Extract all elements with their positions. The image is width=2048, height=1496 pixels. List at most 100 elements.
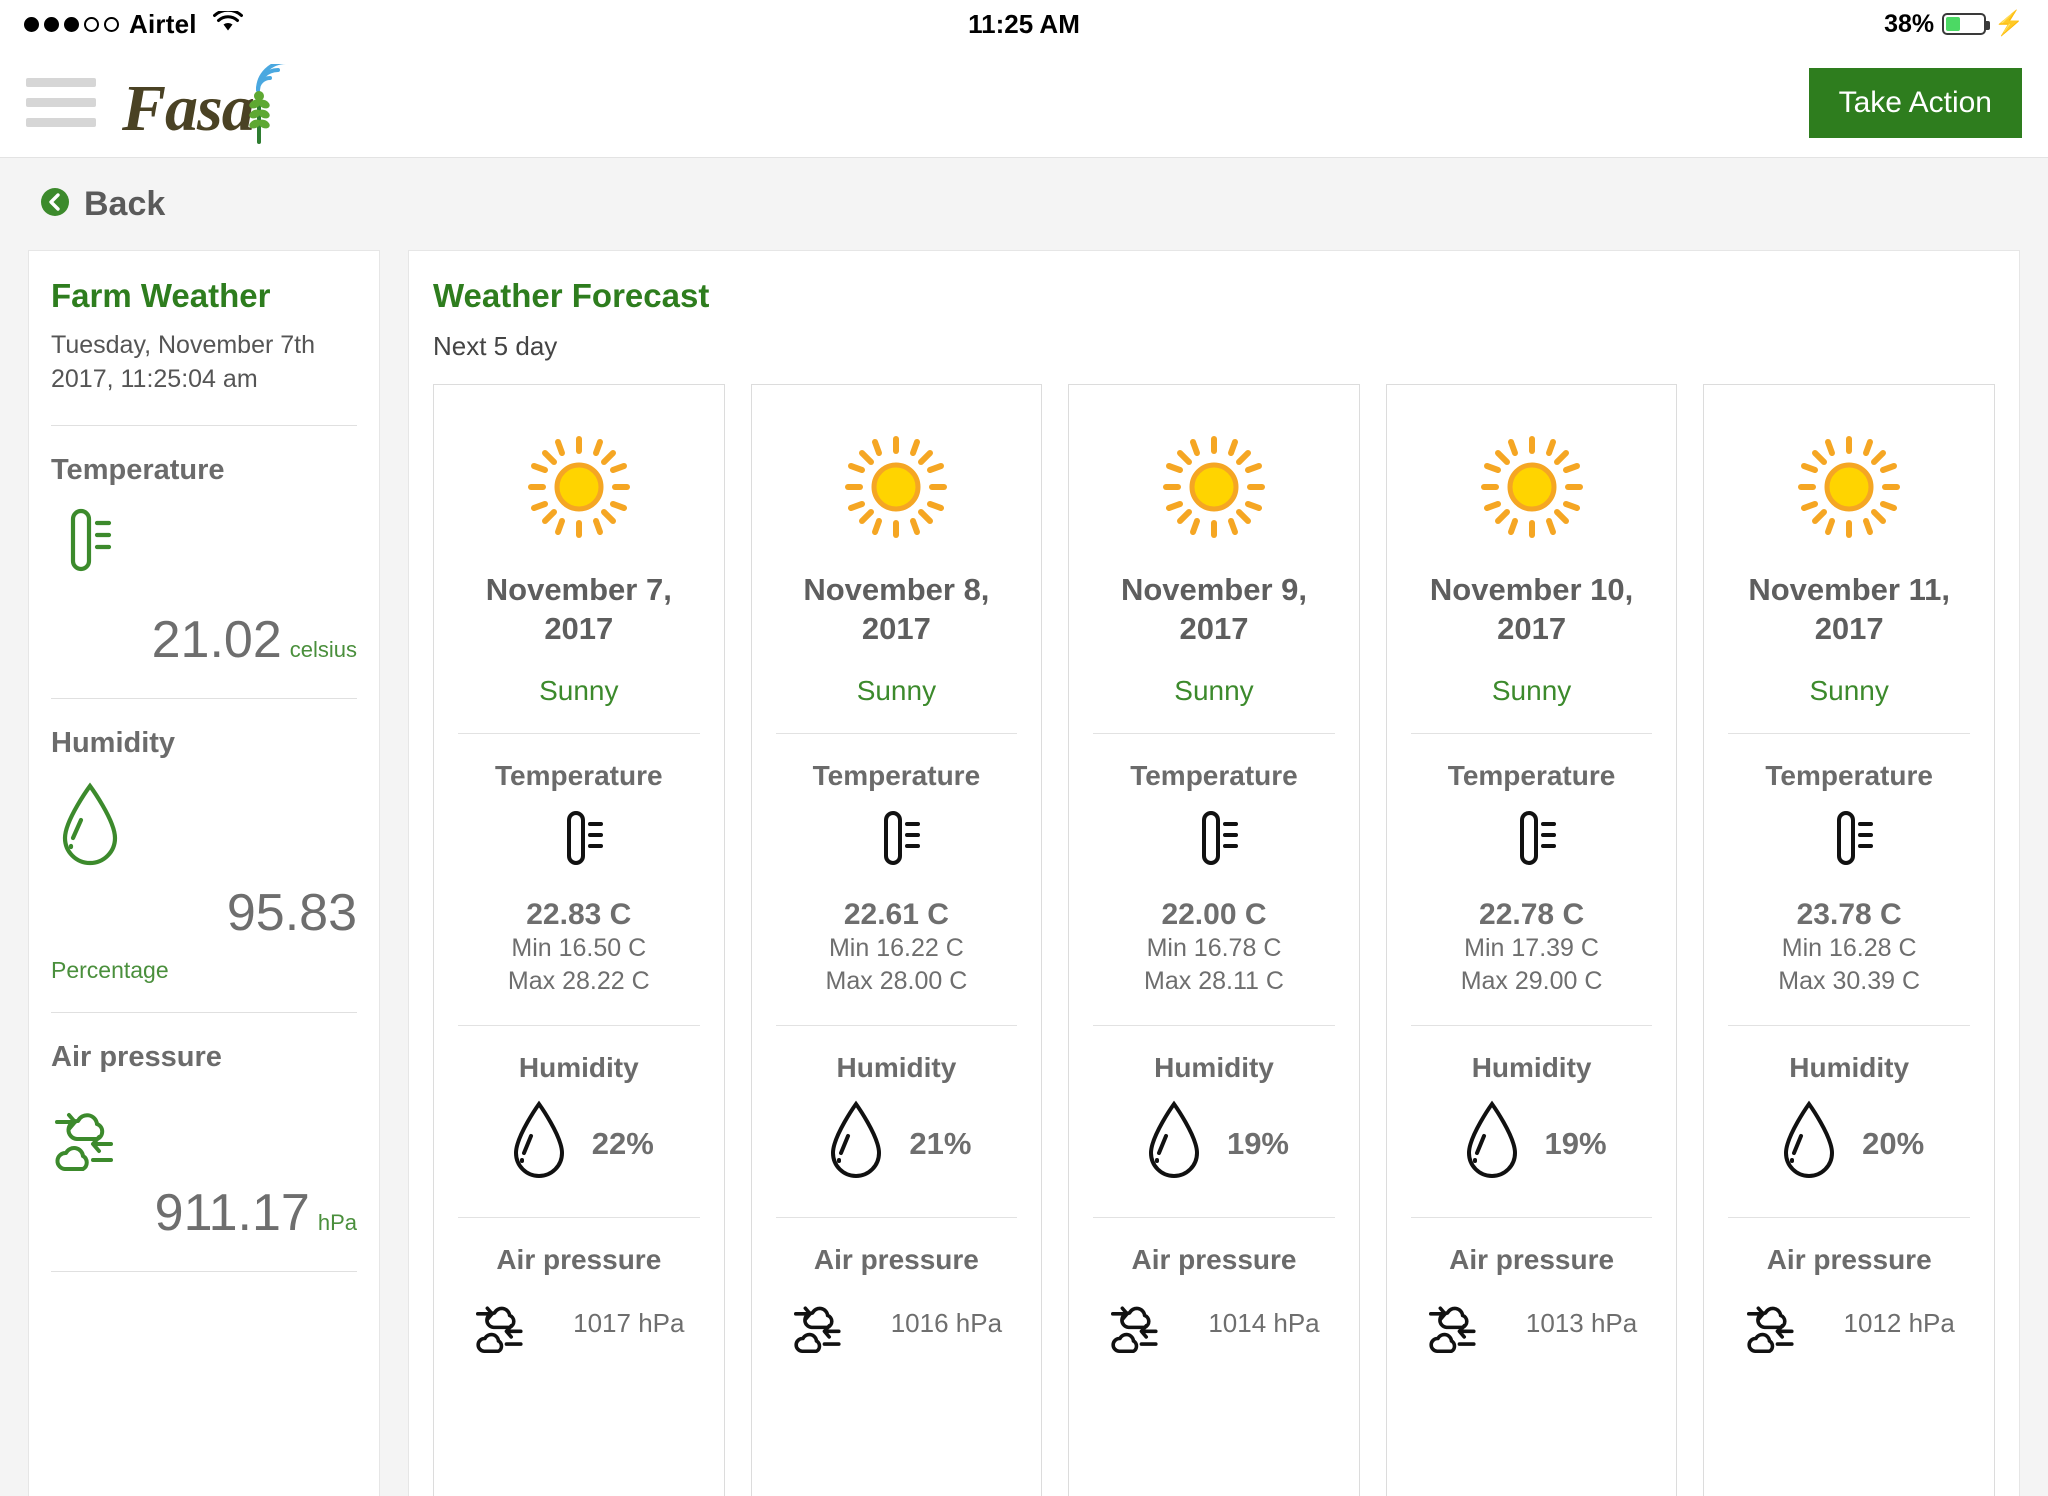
- back-row: Back: [0, 158, 2048, 250]
- metric-unit: Percentage: [51, 956, 169, 983]
- battery-percent-label: 38%: [1884, 9, 1935, 38]
- forecast-humidity-row: 19%: [1401, 1096, 1663, 1191]
- forecast-humidity-row: 20%: [1718, 1096, 1980, 1191]
- forecast-humidity-label: Humidity: [1471, 1052, 1592, 1083]
- metric-value: 911.17: [154, 1183, 310, 1242]
- divider: [1410, 732, 1653, 734]
- water-drop-icon: [1774, 1096, 1844, 1191]
- signal-dot-empty: [104, 16, 119, 32]
- forecast-condition: Sunny: [539, 674, 619, 706]
- divider: [458, 1217, 700, 1218]
- app-header: Fasa Take Action: [0, 48, 2048, 158]
- forecast-temperature-min: Min 16.50 C: [511, 933, 647, 962]
- wind-clouds-icon: [1426, 1288, 1512, 1359]
- metric-value-row: 911.17 hPa: [51, 1183, 357, 1243]
- forecast-condition: Sunny: [1809, 674, 1889, 706]
- sun-icon: [1478, 433, 1586, 541]
- thermometer-icon: [551, 806, 607, 890]
- forecast-pressure-row: 1016 hPa: [766, 1288, 1028, 1359]
- thermometer-icon: [1504, 806, 1560, 890]
- battery-icon: [1942, 13, 1991, 35]
- status-bar-left: Airtel: [24, 8, 243, 40]
- divider: [1093, 1025, 1335, 1026]
- wheat-signal-icon: [242, 59, 292, 144]
- signal-strength-dots: [24, 16, 119, 32]
- forecast-pressure-row: 1017 hPa: [448, 1288, 710, 1359]
- forecast-temperature-value: 22.83 C: [526, 897, 632, 931]
- forecast-card[interactable]: November 11, 2017 Sunny Temperature 23.7…: [1703, 384, 1995, 1496]
- wifi-icon: [212, 8, 243, 40]
- status-bar-right: 38% ⚡: [1884, 10, 2024, 39]
- metric-value: 95.83: [226, 883, 357, 942]
- forecast-pressure-value: 1016 hPa: [890, 1308, 1003, 1338]
- forecast-temperature-min: Min 17.39 C: [1464, 933, 1599, 962]
- forecast-humidity-row: 22%: [448, 1096, 710, 1191]
- forecast-humidity-label: Humidity: [836, 1052, 957, 1083]
- forecast-temperature-label: Temperature: [1130, 759, 1298, 791]
- signal-dot-filled: [24, 16, 39, 32]
- forecast-humidity-label: Humidity: [518, 1052, 639, 1083]
- forecast-date: November 8, 2017: [803, 572, 990, 646]
- forecast-temperature-value: 22.78 C: [1479, 897, 1585, 931]
- status-bar: Airtel 11:25 AM 38% ⚡: [0, 0, 2048, 48]
- divider: [51, 697, 357, 699]
- metric-label: Air pressure: [51, 1040, 222, 1073]
- forecast-condition: Sunny: [1174, 674, 1254, 706]
- sidebar-metric-air-pressure: Air pressure 911.17 hPa: [51, 1041, 357, 1243]
- forecast-temperature-label: Temperature: [812, 759, 981, 791]
- forecast-temperature-label: Temperature: [1765, 759, 1933, 791]
- forecast-humidity-row: 21%: [766, 1096, 1028, 1191]
- forecast-humidity-row: 19%: [1083, 1096, 1345, 1191]
- forecast-card[interactable]: November 9, 2017 Sunny Temperature 22.00…: [1068, 384, 1360, 1496]
- forecast-card[interactable]: November 10, 2017 Sunny Temperature 22.7…: [1385, 384, 1678, 1496]
- forecast-humidity-value: 21%: [909, 1125, 972, 1161]
- divider: [1728, 732, 1970, 734]
- water-drop-icon: [1139, 1096, 1209, 1191]
- brand-name-text: Fasa: [122, 71, 255, 145]
- weather-forecast-panel: Weather Forecast Next 5 day November 7, …: [408, 250, 2020, 1496]
- thermometer-icon: [1186, 806, 1242, 890]
- forecast-pressure-row: 1014 hPa: [1083, 1288, 1345, 1359]
- water-drop-icon: [821, 1096, 891, 1191]
- thermometer-icon: [1821, 806, 1877, 890]
- forecast-temperature-max: Max 28.00 C: [825, 967, 968, 996]
- forecast-humidity-value: 19%: [1544, 1125, 1607, 1161]
- brand-logo[interactable]: Fasa: [122, 59, 292, 145]
- wind-clouds-icon: [1108, 1288, 1194, 1359]
- forecast-date: November 9, 2017: [1120, 572, 1308, 646]
- forecast-card-list: November 7, 2017 Sunny Temperature 22.83…: [433, 384, 1995, 1496]
- forecast-pressure-value: 1017 hPa: [573, 1308, 685, 1338]
- forecast-card[interactable]: November 8, 2017 Sunny Temperature 22.61…: [750, 384, 1043, 1496]
- forecast-humidity-value: 19%: [1226, 1125, 1289, 1161]
- divider: [458, 732, 700, 734]
- metric-unit: hPa: [317, 1209, 357, 1235]
- forecast-temperature-value: 22.00 C: [1161, 897, 1267, 931]
- forecast-card[interactable]: November 7, 2017 Sunny Temperature 22.83…: [433, 384, 725, 1496]
- forecast-condition: Sunny: [1491, 674, 1572, 706]
- forecast-humidity-value: 22%: [591, 1125, 654, 1161]
- thermometer-icon: [868, 806, 924, 890]
- forecast-pressure-row: 1013 hPa: [1401, 1288, 1663, 1359]
- wind-clouds-icon: [1744, 1288, 1830, 1359]
- water-drop-icon: [51, 776, 357, 877]
- sun-icon: [842, 433, 950, 541]
- forecast-pressure-label: Air pressure: [1449, 1244, 1615, 1275]
- forecast-temperature-min: Min 16.22 C: [828, 933, 964, 962]
- wind-clouds-icon: [51, 1090, 357, 1177]
- forecast-pressure-label: Air pressure: [1131, 1244, 1297, 1275]
- divider: [775, 1217, 1018, 1218]
- sun-icon: [525, 433, 633, 541]
- forecast-pressure-label: Air pressure: [496, 1244, 662, 1275]
- forecast-temperature-max: Max 28.22 C: [507, 967, 650, 996]
- wind-clouds-icon: [791, 1288, 877, 1359]
- metric-unit: celsius: [289, 636, 357, 662]
- back-label: Back: [84, 184, 166, 223]
- hamburger-menu-icon[interactable]: [26, 78, 96, 127]
- take-action-button[interactable]: Take Action: [1808, 67, 2022, 138]
- forecast-temperature-value: 23.78 C: [1796, 897, 1902, 931]
- forecast-pressure-value: 1014 hPa: [1208, 1308, 1320, 1338]
- metric-value: 21.02: [151, 610, 282, 669]
- forecast-temperature-min: Min 16.78 C: [1146, 933, 1282, 962]
- divider: [1093, 732, 1335, 734]
- back-button[interactable]: Back: [40, 185, 165, 224]
